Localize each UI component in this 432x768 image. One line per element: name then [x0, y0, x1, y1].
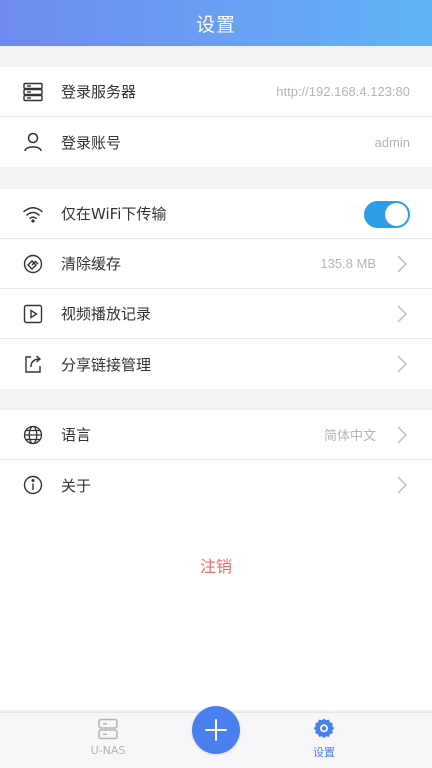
tab-settings[interactable]: 设置	[284, 717, 364, 767]
chevron-right-icon	[397, 476, 408, 494]
clear-cache-row[interactable]: 清除缓存 135.8 MB	[0, 239, 432, 289]
header-bar: 设置	[0, 0, 432, 46]
plus-icon	[205, 719, 227, 741]
toggle-knob	[385, 203, 408, 226]
clear-cache-icon	[22, 253, 44, 275]
wifi-only-label: 仅在WiFi下传输	[61, 205, 167, 223]
page-title: 设置	[195, 13, 236, 36]
wifi-icon	[22, 203, 44, 225]
language-value: 简体中文	[323, 428, 376, 443]
wifi-only-toggle[interactable]	[364, 201, 410, 228]
share-links-row[interactable]: 分享链接管理	[0, 339, 432, 389]
login-server-value: http://192.168.4.123:80	[276, 84, 410, 99]
chevron-right-icon	[397, 355, 408, 373]
chevron-right-icon	[397, 305, 408, 323]
about-label: 关于	[61, 476, 92, 495]
tab-unas[interactable]: U-NAS	[68, 717, 148, 767]
video-play-icon	[22, 303, 44, 325]
transfer-settings-group: 仅在WiFi下传输 清除缓存 135.8 MB 视频播放记录 分享链接管理	[0, 189, 432, 389]
info-icon	[22, 474, 44, 496]
clear-cache-label: 清除缓存	[61, 255, 122, 273]
login-account-row[interactable]: 登录账号 admin	[0, 117, 432, 167]
share-icon	[22, 353, 44, 375]
wifi-only-row: 仅在WiFi下传输	[0, 189, 432, 239]
video-history-label: 视频播放记录	[61, 305, 152, 323]
login-account-label: 登录账号	[61, 133, 122, 152]
user-icon	[22, 131, 44, 153]
tab-settings-label: 设置	[313, 746, 335, 759]
cache-size-value: 135.8 MB	[320, 256, 376, 271]
server-icon	[22, 81, 44, 103]
language-label: 语言	[61, 426, 92, 444]
login-server-label: 登录服务器	[61, 83, 137, 101]
chevron-right-icon	[397, 426, 408, 444]
globe-icon	[22, 424, 44, 446]
language-row[interactable]: 语言 简体中文	[0, 410, 432, 460]
login-server-row[interactable]: 登录服务器 http://192.168.4.123:80	[0, 67, 432, 117]
share-links-label: 分享链接管理	[61, 355, 152, 374]
server-settings-group: 登录服务器 http://192.168.4.123:80 登录账号 admin	[0, 67, 432, 167]
misc-settings-group: 语言 简体中文 关于	[0, 410, 432, 510]
video-history-row[interactable]: 视频播放记录	[0, 289, 432, 339]
logout-button[interactable]: 注销	[166, 554, 266, 580]
logout-area: 注销	[0, 510, 432, 710]
login-account-value: admin	[374, 134, 410, 150]
tab-unas-label: U-NAS	[90, 744, 126, 757]
about-row[interactable]: 关于	[0, 460, 432, 510]
add-button[interactable]	[192, 706, 240, 754]
gear-icon	[313, 718, 335, 739]
nas-icon	[98, 718, 118, 740]
chevron-right-icon	[397, 255, 408, 273]
